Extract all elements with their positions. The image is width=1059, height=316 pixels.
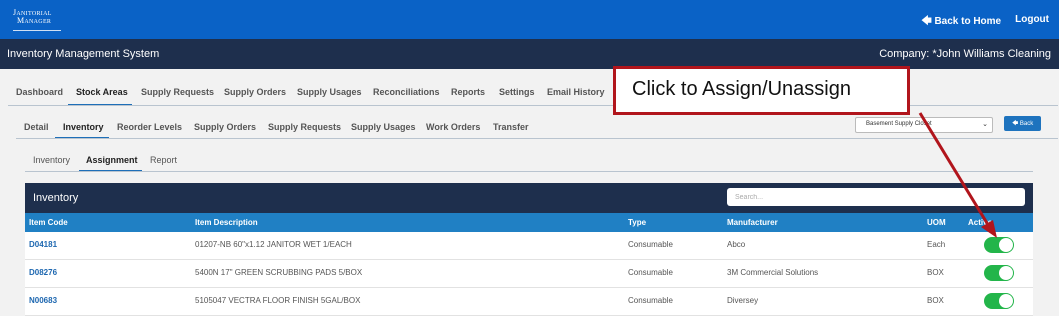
innertab-report[interactable]: Report bbox=[150, 155, 177, 165]
subtab-supply-usages[interactable]: Supply Usages bbox=[351, 122, 416, 132]
inventory-panel-header: Inventory bbox=[25, 183, 1033, 213]
item-uom: BOX bbox=[927, 268, 944, 277]
item-type: Consumable bbox=[628, 240, 673, 249]
company-name: Company: *John Williams Cleaning bbox=[879, 48, 1051, 60]
subtab-supply-orders[interactable]: Supply Orders bbox=[194, 122, 256, 132]
table-row: D04181 01207-NB 60"x1.12 JANITOR WET 1/E… bbox=[25, 232, 1033, 260]
active-toggle[interactable] bbox=[984, 237, 1014, 253]
tab-email-history[interactable]: Email History bbox=[547, 87, 605, 97]
item-manufacturer: Abco bbox=[727, 240, 746, 249]
arrow-left-icon: 🡄 bbox=[1012, 121, 1019, 127]
logout-link[interactable]: Logout bbox=[1015, 14, 1049, 31]
tab-stock-areas[interactable]: Stock Areas bbox=[76, 87, 128, 97]
item-uom: BOX bbox=[927, 296, 944, 305]
active-toggle[interactable] bbox=[984, 265, 1014, 281]
col-type[interactable]: Type bbox=[628, 218, 646, 227]
item-code-link[interactable]: D08276 bbox=[29, 268, 57, 277]
innertab-assignment[interactable]: Assignment bbox=[86, 155, 138, 165]
col-active[interactable]: Active bbox=[968, 218, 992, 227]
tab-settings[interactable]: Settings bbox=[499, 87, 535, 97]
logo-line-2: Manager bbox=[17, 16, 52, 25]
active-toggle[interactable] bbox=[984, 293, 1014, 309]
item-manufacturer: Diversey bbox=[727, 296, 759, 305]
location-select[interactable]: Basement Supply Closet ⌄ bbox=[855, 117, 993, 133]
system-header: Inventory Management System Company: *Jo… bbox=[0, 39, 1059, 69]
system-title: Inventory Management System bbox=[7, 48, 160, 60]
tab-supply-orders[interactable]: Supply Orders bbox=[224, 87, 286, 97]
toggle-knob bbox=[999, 238, 1013, 252]
item-description: 5105047 VECTRA FLOOR FINISH 5GAL/BOX bbox=[195, 296, 361, 305]
table-row: D08276 5400N 17" GREEN SCRUBBING PADS 5/… bbox=[25, 260, 1033, 288]
tab-reconciliations[interactable]: Reconciliations bbox=[373, 87, 440, 97]
panel-title: Inventory bbox=[33, 192, 79, 204]
innertab-inventory[interactable]: Inventory bbox=[33, 155, 70, 165]
item-description: 01207-NB 60"x1.12 JANITOR WET 1/EACH bbox=[195, 240, 352, 249]
item-description: 5400N 17" GREEN SCRUBBING PADS 5/BOX bbox=[195, 268, 363, 277]
item-uom: Each bbox=[927, 240, 946, 249]
arrow-left-icon: 🡄 bbox=[921, 16, 932, 27]
subtab-inventory[interactable]: Inventory bbox=[63, 122, 104, 132]
subtab-supply-requests[interactable]: Supply Requests bbox=[268, 122, 341, 132]
col-uom[interactable]: UOM bbox=[927, 218, 946, 227]
subtab-work-orders[interactable]: Work Orders bbox=[426, 122, 480, 132]
toggle-knob bbox=[999, 294, 1013, 308]
table-row: N00683 5105047 VECTRA FLOOR FINISH 5GAL/… bbox=[25, 288, 1033, 316]
back-to-home-link[interactable]: 🡄 Back to Home bbox=[921, 14, 1001, 31]
sub-tabs-divider bbox=[16, 138, 1058, 139]
back-button[interactable]: 🡄 Back bbox=[1004, 116, 1041, 131]
subtab-reorder-levels[interactable]: Reorder Levels bbox=[117, 122, 182, 132]
location-select-value: Basement Supply Closet bbox=[866, 121, 932, 127]
item-type: Consumable bbox=[628, 268, 673, 277]
search-input[interactable] bbox=[727, 188, 1025, 206]
item-type: Consumable bbox=[628, 296, 673, 305]
subtab-detail[interactable]: Detail bbox=[24, 122, 49, 132]
tab-supply-usages[interactable]: Supply Usages bbox=[297, 87, 362, 97]
inner-tabs-divider bbox=[25, 171, 1033, 172]
tab-reports[interactable]: Reports bbox=[451, 87, 485, 97]
tab-dashboard[interactable]: Dashboard bbox=[16, 87, 63, 97]
subtab-transfer[interactable]: Transfer bbox=[493, 122, 529, 132]
back-button-label: Back bbox=[1019, 121, 1034, 127]
chevron-down-icon: ⌄ bbox=[982, 121, 988, 128]
col-manufacturer[interactable]: Manufacturer bbox=[727, 218, 778, 227]
assign-callout: Click to Assign/Unassign bbox=[613, 66, 910, 115]
tab-supply-requests[interactable]: Supply Requests bbox=[141, 87, 214, 97]
col-item-code[interactable]: Item Code bbox=[29, 218, 68, 227]
item-manufacturer: 3M Commercial Solutions bbox=[727, 268, 819, 277]
table-header: Item Code Item Description Type Manufact… bbox=[25, 213, 1033, 232]
app-logo[interactable]: Janitorial Manager bbox=[13, 9, 61, 31]
item-code-link[interactable]: N00683 bbox=[29, 296, 57, 305]
toggle-knob bbox=[999, 266, 1013, 280]
back-to-home-label: Back to Home bbox=[934, 16, 1002, 27]
item-code-link[interactable]: D04181 bbox=[29, 240, 57, 249]
col-item-description[interactable]: Item Description bbox=[195, 218, 258, 227]
top-bar: Janitorial Manager 🡄 Back to Home Logout bbox=[0, 0, 1059, 39]
